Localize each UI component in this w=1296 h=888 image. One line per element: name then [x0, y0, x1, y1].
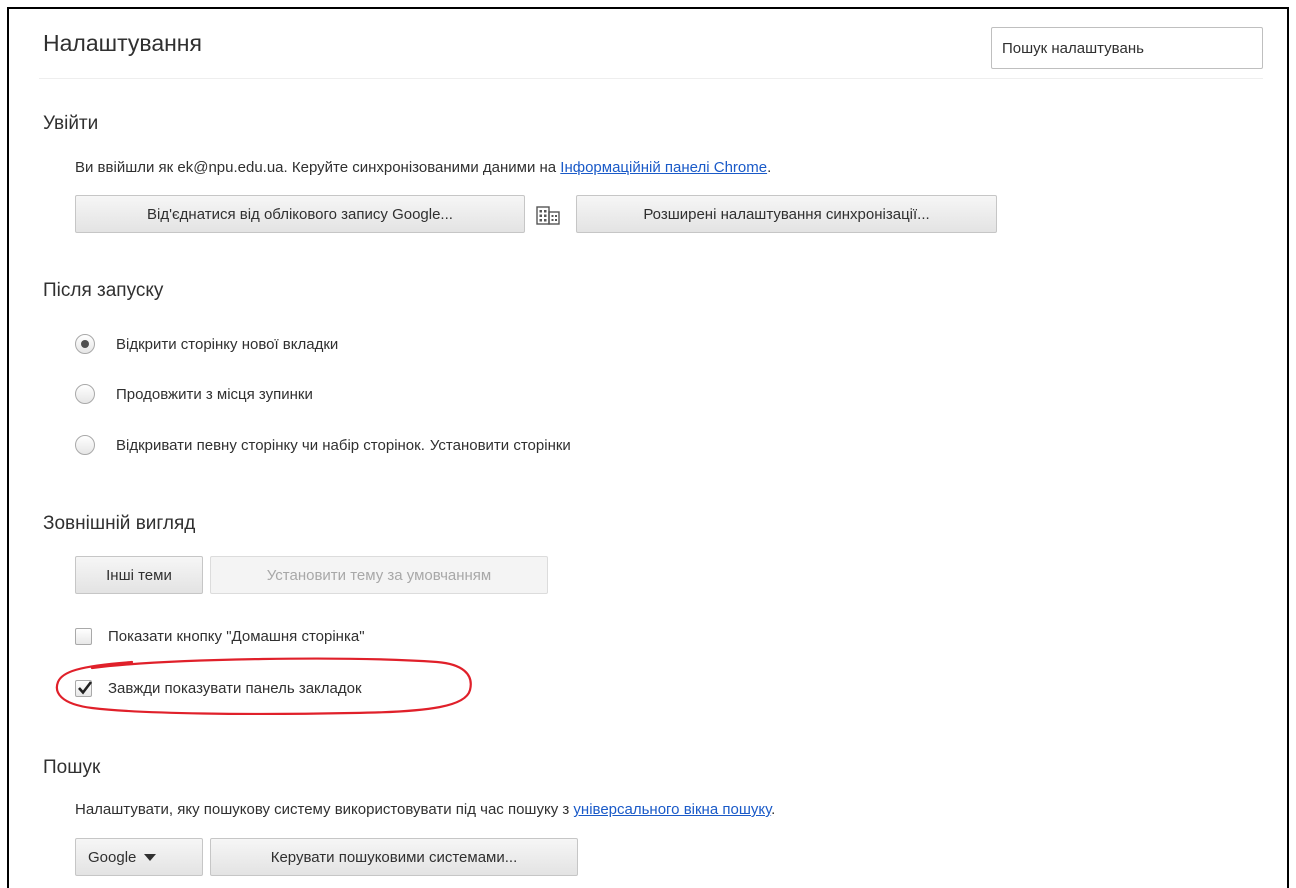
set-pages-link[interactable]: Установити сторінки — [430, 437, 571, 454]
startup-option-continue[interactable]: Продовжити з місця зупинки — [75, 382, 313, 406]
startup-heading: Після запуску — [43, 280, 164, 301]
startup-option-specific-pages[interactable]: Відкривати певну сторінку чи набір сторі… — [75, 433, 571, 457]
search-heading: Пошук — [43, 757, 101, 778]
disconnect-account-button[interactable]: Від'єднатися від облікового запису Googl… — [75, 195, 525, 233]
get-themes-button[interactable]: Інші теми — [75, 556, 203, 594]
chrome-dashboard-link[interactable]: Інформаційній панелі Chrome — [560, 159, 767, 176]
search-description-text: Налаштувати, яку пошукову систему викори… — [75, 801, 775, 818]
search-text-after: . — [771, 801, 776, 818]
title-divider — [39, 78, 1263, 79]
show-home-checkbox[interactable] — [75, 627, 92, 645]
search-engine-select[interactable]: Google — [75, 838, 203, 876]
advanced-sync-button[interactable]: Розширені налаштування синхронізації... — [576, 195, 997, 233]
chevron-down-icon — [144, 853, 157, 861]
show-home-button-option[interactable]: Показати кнопку "Домашня сторінка" — [75, 624, 365, 648]
radio-button[interactable] — [75, 384, 95, 404]
startup-option-label: Продовжити з місця зупинки — [116, 385, 313, 403]
appearance-heading: Зовнішній вигляд — [43, 513, 196, 534]
startup-option-label: Відкривати певну сторінку чи набір сторі… — [116, 436, 425, 454]
startup-option-new-tab[interactable]: Відкрити сторінку нової вкладки — [75, 332, 338, 356]
radio-button-selected[interactable] — [75, 334, 95, 354]
search-text-before: Налаштувати, яку пошукову систему викори… — [75, 801, 574, 818]
search-engine-value: Google — [88, 848, 137, 866]
page-title: Налаштування — [43, 30, 202, 56]
startup-option-label: Відкрити сторінку нової вкладки — [116, 335, 339, 353]
reset-theme-button[interactable]: Установити тему за умовчанням — [210, 556, 548, 594]
signin-status-text: Ви ввійшли як ek@npu.edu.ua. Керуйте син… — [75, 159, 771, 176]
settings-search-input[interactable] — [991, 27, 1263, 69]
signin-text-after: . — [767, 159, 772, 176]
radio-button[interactable] — [75, 435, 95, 455]
red-highlight-annotation — [55, 657, 472, 716]
signin-text-before: Ви ввійшли як ek@npu.edu.ua. Керуйте син… — [75, 159, 561, 176]
building-icon — [536, 206, 560, 225]
manage-search-engines-button[interactable]: Керувати пошуковими системами... — [210, 838, 578, 876]
omnibox-link[interactable]: універсального вікна пошуку — [573, 801, 771, 818]
show-home-label: Показати кнопку "Домашня сторінка" — [108, 627, 365, 645]
signin-heading: Увійти — [43, 113, 99, 134]
radio-dot-icon — [81, 340, 89, 348]
